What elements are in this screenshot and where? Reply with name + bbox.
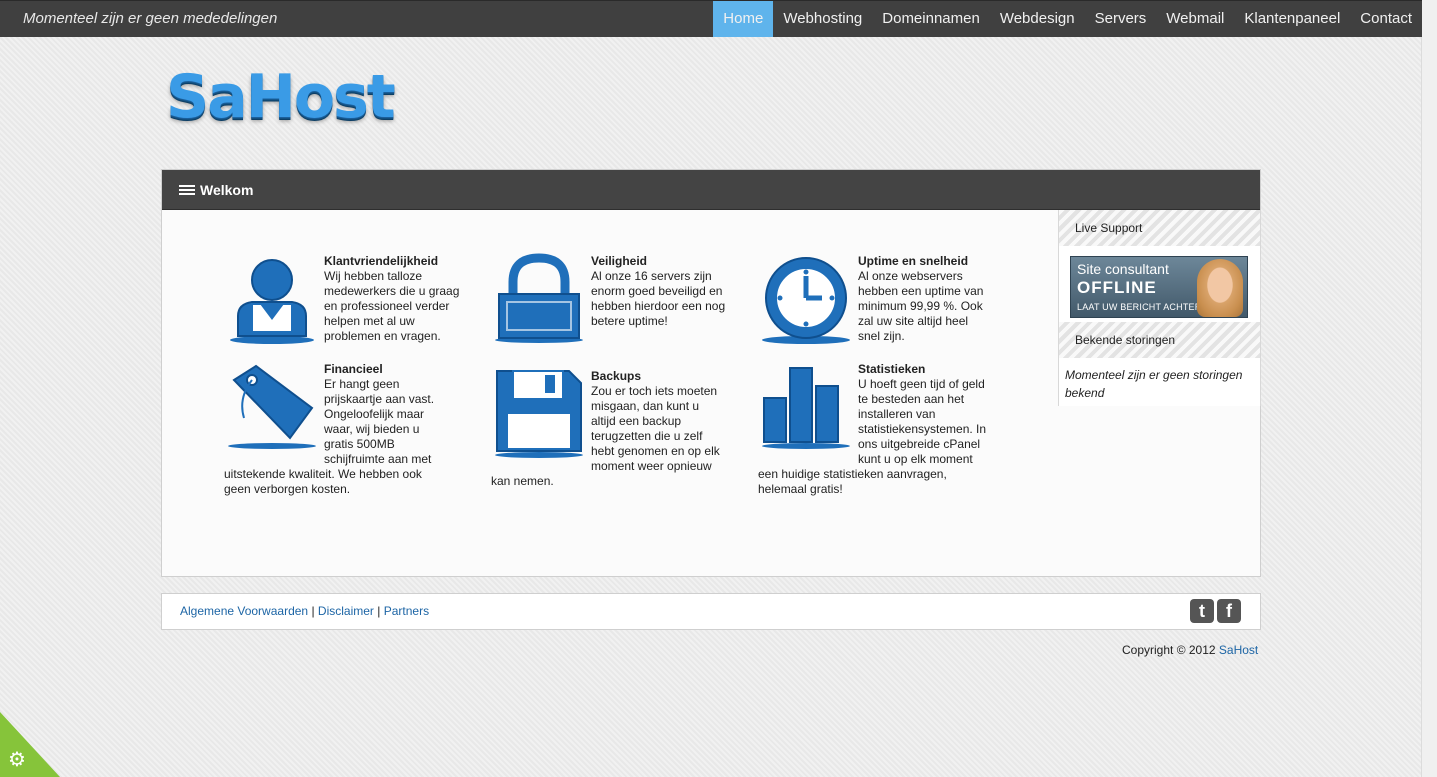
- nav-webhosting[interactable]: Webhosting: [773, 1, 872, 37]
- announcement-text: Momenteel zijn er geen mededelingen: [23, 10, 278, 27]
- feature-financieel: Financieel Er hangt geen prijskaartje aa…: [224, 362, 444, 497]
- top-bar: Momenteel zijn er geen mededelingen Home…: [0, 0, 1422, 37]
- user-icon: [230, 259, 314, 344]
- main-nav: Home Webhosting Domeinnamen Webdesign Se…: [713, 1, 1422, 37]
- storingen-header: Bekende storingen: [1059, 322, 1260, 358]
- storingen-text: Momenteel zijn er geen storingen bekend: [1065, 368, 1243, 400]
- sidebar: Live Support Site consultant OFFLINE LAA…: [1058, 210, 1261, 406]
- nav-servers[interactable]: Servers: [1085, 1, 1157, 37]
- facebook-icon[interactable]: f: [1217, 599, 1241, 623]
- consultant-avatar: [1197, 259, 1243, 317]
- nav-klantenpaneel[interactable]: Klantenpaneel: [1234, 1, 1350, 37]
- link-algemene-voorwaarden[interactable]: Algemene Voorwaarden: [180, 604, 308, 618]
- banner-status: OFFLINE: [1077, 278, 1157, 297]
- panel-header: Welkom: [162, 170, 1260, 210]
- nav-domeinnamen[interactable]: Domeinnamen: [872, 1, 990, 37]
- banner-line3: LAAT UW BERICHT ACHTER: [1077, 302, 1202, 312]
- link-separator: |: [377, 604, 381, 618]
- bar-chart-icon: [762, 367, 850, 449]
- gear-icon[interactable]: ⚙: [6, 749, 28, 771]
- live-support-header: Live Support: [1059, 210, 1260, 246]
- copyright-text: Copyright © 2012: [1122, 643, 1216, 657]
- welcome-panel: Welkom Klantvriendelijkheid Wij hebben t…: [161, 169, 1261, 577]
- copyright-brand-link[interactable]: SaHost: [1219, 643, 1258, 657]
- footer-bar: Algemene Voorwaarden | Disclaimer | Part…: [161, 593, 1261, 630]
- feature-veiligheid: Veiligheid Al onze 16 servers zijn enorm…: [491, 253, 726, 346]
- panel-title: Welkom: [200, 181, 254, 198]
- link-disclaimer[interactable]: Disclaimer: [318, 604, 374, 618]
- lock-icon: [495, 253, 583, 343]
- live-support-banner[interactable]: Site consultant OFFLINE LAAT UW BERICHT …: [1070, 256, 1248, 318]
- scrollbar[interactable]: [1421, 0, 1437, 777]
- footer-links: Algemene Voorwaarden | Disclaimer | Part…: [180, 604, 429, 618]
- nav-webdesign[interactable]: Webdesign: [990, 1, 1085, 37]
- twitter-icon[interactable]: t: [1190, 599, 1214, 623]
- floppy-disk-icon: [495, 370, 583, 458]
- nav-home[interactable]: Home: [713, 1, 774, 37]
- link-partners[interactable]: Partners: [384, 604, 429, 618]
- nav-contact[interactable]: Contact: [1350, 1, 1422, 37]
- price-tag-icon: [228, 364, 316, 449]
- nav-webmail[interactable]: Webmail: [1156, 1, 1234, 37]
- list-icon: [179, 184, 195, 196]
- feature-uptime: Uptime en snelheid Al onze webservers he…: [758, 254, 990, 346]
- feature-klantvriendelijkheid: Klantvriendelijkheid Wij hebben talloze …: [224, 254, 464, 346]
- banner-line1: Site consultant: [1077, 261, 1169, 277]
- feature-statistieken: Statistieken U hoeft geen tijd of geld t…: [758, 362, 990, 497]
- link-separator: |: [311, 604, 315, 618]
- site-logo[interactable]: SaHost: [166, 62, 396, 132]
- clock-icon: [762, 257, 850, 344]
- copyright: Copyright © 2012 SaHost: [1122, 643, 1258, 657]
- feature-backups: Backups Zou er toch iets moeten misgaan,…: [491, 369, 726, 489]
